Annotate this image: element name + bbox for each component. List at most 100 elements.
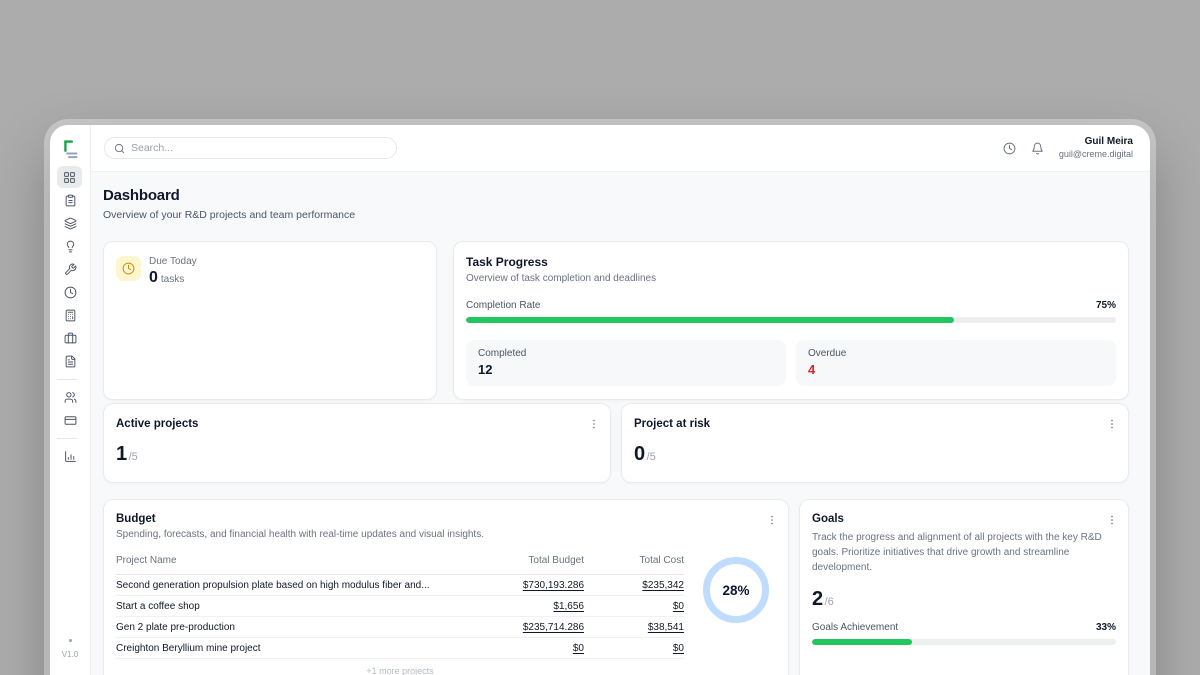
completed-stat-box: Completed 12 [466,340,786,386]
total-cost-cell: $0 [584,601,684,612]
budget-table-row: Start a coffee shop $1,656 $0 [116,596,684,617]
due-today-label: Due Today [149,256,197,267]
active-projects-count: 1/5 [116,443,598,466]
layers-icon [64,217,77,230]
sidebar-item-projects[interactable] [57,212,83,235]
sidebar-divider [57,438,78,439]
project-name-cell: Start a coffee shop [116,601,466,612]
cost-value-link[interactable]: $0 [673,643,684,654]
budget-value-link[interactable]: $235,714.286 [523,622,584,633]
overdue-value: 4 [808,362,1104,377]
budget-table: Project Name Total Budget Total Cost Sec… [116,555,684,675]
search-input[interactable] [131,142,387,154]
project-name-cell: Creighton Beryllium mine project [116,643,466,654]
task-progress-card: Task Progress Overview of task completio… [453,241,1129,400]
sidebar-item-tasks[interactable] [57,189,83,212]
layout-grid-icon [63,171,76,184]
sidebar-item-portfolio[interactable] [57,327,83,350]
sidebar-item-billing[interactable] [57,409,83,432]
col-total-budget: Total Budget [466,555,584,566]
sidebar-item-time[interactable] [57,281,83,304]
search-box[interactable] [104,137,397,159]
total-cost-cell: $38,541 [584,622,684,633]
budget-body: Project Name Total Budget Total Cost Sec… [116,555,776,675]
goals-total: /6 [825,596,834,608]
app-window: V1.0 Guil Meira [50,125,1150,675]
budget-donut-label: 28% [722,583,749,598]
users-icon [64,391,77,404]
row-details: Budget Spending, forecasts, and financia… [103,499,1129,675]
clock-badge-icon [116,256,141,281]
budget-value-link[interactable]: $1,656 [553,601,584,612]
project-at-risk-title: Project at risk [634,418,1116,430]
budget-table-header: Project Name Total Budget Total Cost [116,555,684,575]
goals-menu-icon[interactable] [1106,513,1118,531]
desktop-background: V1.0 Guil Meira [0,0,1200,675]
sidebar-item-analytics[interactable] [57,445,83,468]
cost-value-link[interactable]: $0 [673,601,684,612]
project-at-risk-menu-icon[interactable] [1106,417,1118,435]
total-budget-cell: $1,656 [466,601,584,612]
goals-progress-bar [812,639,1116,645]
budget-value-link[interactable]: $0 [573,643,584,654]
project-at-risk-value: 0 [634,443,645,466]
goals-count: 2/6 [812,588,1116,611]
total-cost-cell: $235,342 [584,580,684,591]
cost-value-link[interactable]: $235,342 [642,580,684,591]
col-total-cost: Total Cost [584,555,684,566]
completion-progress-bar [466,317,1116,323]
budget-table-row: Gen 2 plate pre-production$235,714.286$3… [116,617,684,638]
goals-achievement-value: 33% [1096,622,1116,633]
sidebar-item-tools[interactable] [57,258,83,281]
total-budget-cell: $235,714.286 [466,622,584,633]
due-today-count: 0 [149,269,158,286]
due-today-text: Due Today 0tasks [149,256,197,287]
budget-value-link[interactable]: $730,193.286 [523,580,584,591]
clock-icon [64,286,77,299]
status-dot [69,639,72,642]
clipboard-icon [64,194,77,207]
user-menu[interactable]: Guil Meira guil@creme.digital [1059,136,1133,160]
sidebar-item-calculator[interactable] [57,304,83,327]
budget-donut-chart: 28% [703,557,769,623]
active-projects-value: 1 [116,443,127,466]
sidebar-item-dashboard[interactable] [57,166,82,188]
col-project-name: Project Name [116,555,466,566]
goals-value: 2 [812,588,823,611]
sidebar-divider [57,379,78,380]
bar-chart-icon [64,450,77,463]
more-projects-link[interactable]: +1 more projects [116,659,684,675]
creme-logo-icon [59,137,81,159]
topbar-right: Guil Meira guil@creme.digital [1003,136,1133,160]
budget-donut-area: 28% [696,555,776,675]
goals-title: Goals [812,513,1116,525]
topbar: Guil Meira guil@creme.digital [91,125,1150,172]
sidebar-item-ideas[interactable] [57,235,83,258]
total-budget-cell: $0 [466,643,584,654]
row-counters: Active projects 1/5 Project at risk [103,403,1129,483]
briefcase-icon [64,332,77,345]
overdue-label: Overdue [808,348,1104,359]
budget-menu-icon[interactable] [766,513,778,531]
completed-label: Completed [478,348,774,359]
completion-rate-row: Completion Rate 75% [466,300,1116,311]
page-subtitle: Overview of your R&D projects and team p… [103,209,1129,221]
task-progress-title: Task Progress [466,255,1116,269]
history-clock-icon[interactable] [1003,142,1016,155]
goals-subtitle: Track the progress and alignment of all … [812,530,1102,575]
active-projects-title: Active projects [116,418,598,430]
goals-achievement-row: Goals Achievement 33% [812,622,1116,633]
goals-card: Goals Track the progress and alignment o… [799,499,1129,675]
sidebar-item-documents[interactable] [57,350,83,373]
notifications-bell-icon[interactable] [1031,142,1044,155]
user-name: Guil Meira [1059,136,1133,149]
active-projects-card: Active projects 1/5 [103,403,611,483]
active-projects-menu-icon[interactable] [588,417,600,435]
sidebar-item-team[interactable] [57,386,83,409]
main-column: Guil Meira guil@creme.digital Dashboard … [91,125,1150,675]
task-stats: Completed 12 Overdue 4 [466,340,1116,386]
project-at-risk-total: /5 [647,451,656,463]
file-text-icon [64,355,77,368]
budget-table-row: Creighton Beryllium mine project $0 $0 [116,638,684,659]
cost-value-link[interactable]: $38,541 [648,622,684,633]
